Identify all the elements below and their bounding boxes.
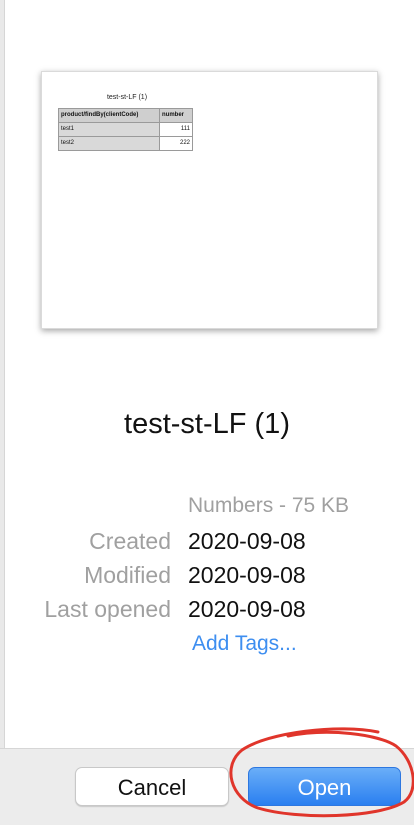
sheet-cell-number: 222	[159, 136, 193, 151]
add-tags-link[interactable]: Add Tags...	[192, 632, 297, 656]
created-label: Created	[89, 528, 171, 554]
created-value: 2020-09-08	[188, 528, 306, 554]
sheet-table: product/findBy(clientCode) number test1 …	[58, 108, 193, 151]
sheet-title: test-st-LF (1)	[106, 94, 148, 101]
last-opened-row: Last opened 2020-09-08	[0, 596, 414, 630]
last-opened-label: Last opened	[44, 596, 171, 622]
last-opened-value: 2020-09-08	[188, 596, 306, 622]
document-thumbnail: test-st-LF (1) product/findBy(clientCode…	[41, 71, 378, 329]
file-kind-size: Numbers - 75 KB	[188, 494, 350, 517]
sheet-cell-name: test2	[58, 136, 160, 151]
cancel-button[interactable]: Cancel	[75, 767, 229, 806]
created-row: Created 2020-09-08	[0, 528, 414, 562]
sheet-header-row: product/findBy(clientCode) number	[58, 108, 193, 123]
sheet-row: test2 222	[58, 136, 193, 151]
sheet-cell-number: 111	[159, 122, 193, 137]
sheet-cell-name: test1	[58, 122, 160, 137]
sheet-header-cell: number	[159, 108, 193, 123]
sheet-header-cell: product/findBy(clientCode)	[58, 108, 160, 123]
modified-row: Modified 2020-09-08	[0, 562, 414, 596]
modified-label: Modified	[84, 562, 171, 588]
open-button[interactable]: Open	[248, 767, 401, 806]
file-title: test-st-LF (1)	[124, 408, 290, 440]
sheet-row: test1 111	[58, 122, 193, 137]
modified-value: 2020-09-08	[188, 562, 306, 588]
